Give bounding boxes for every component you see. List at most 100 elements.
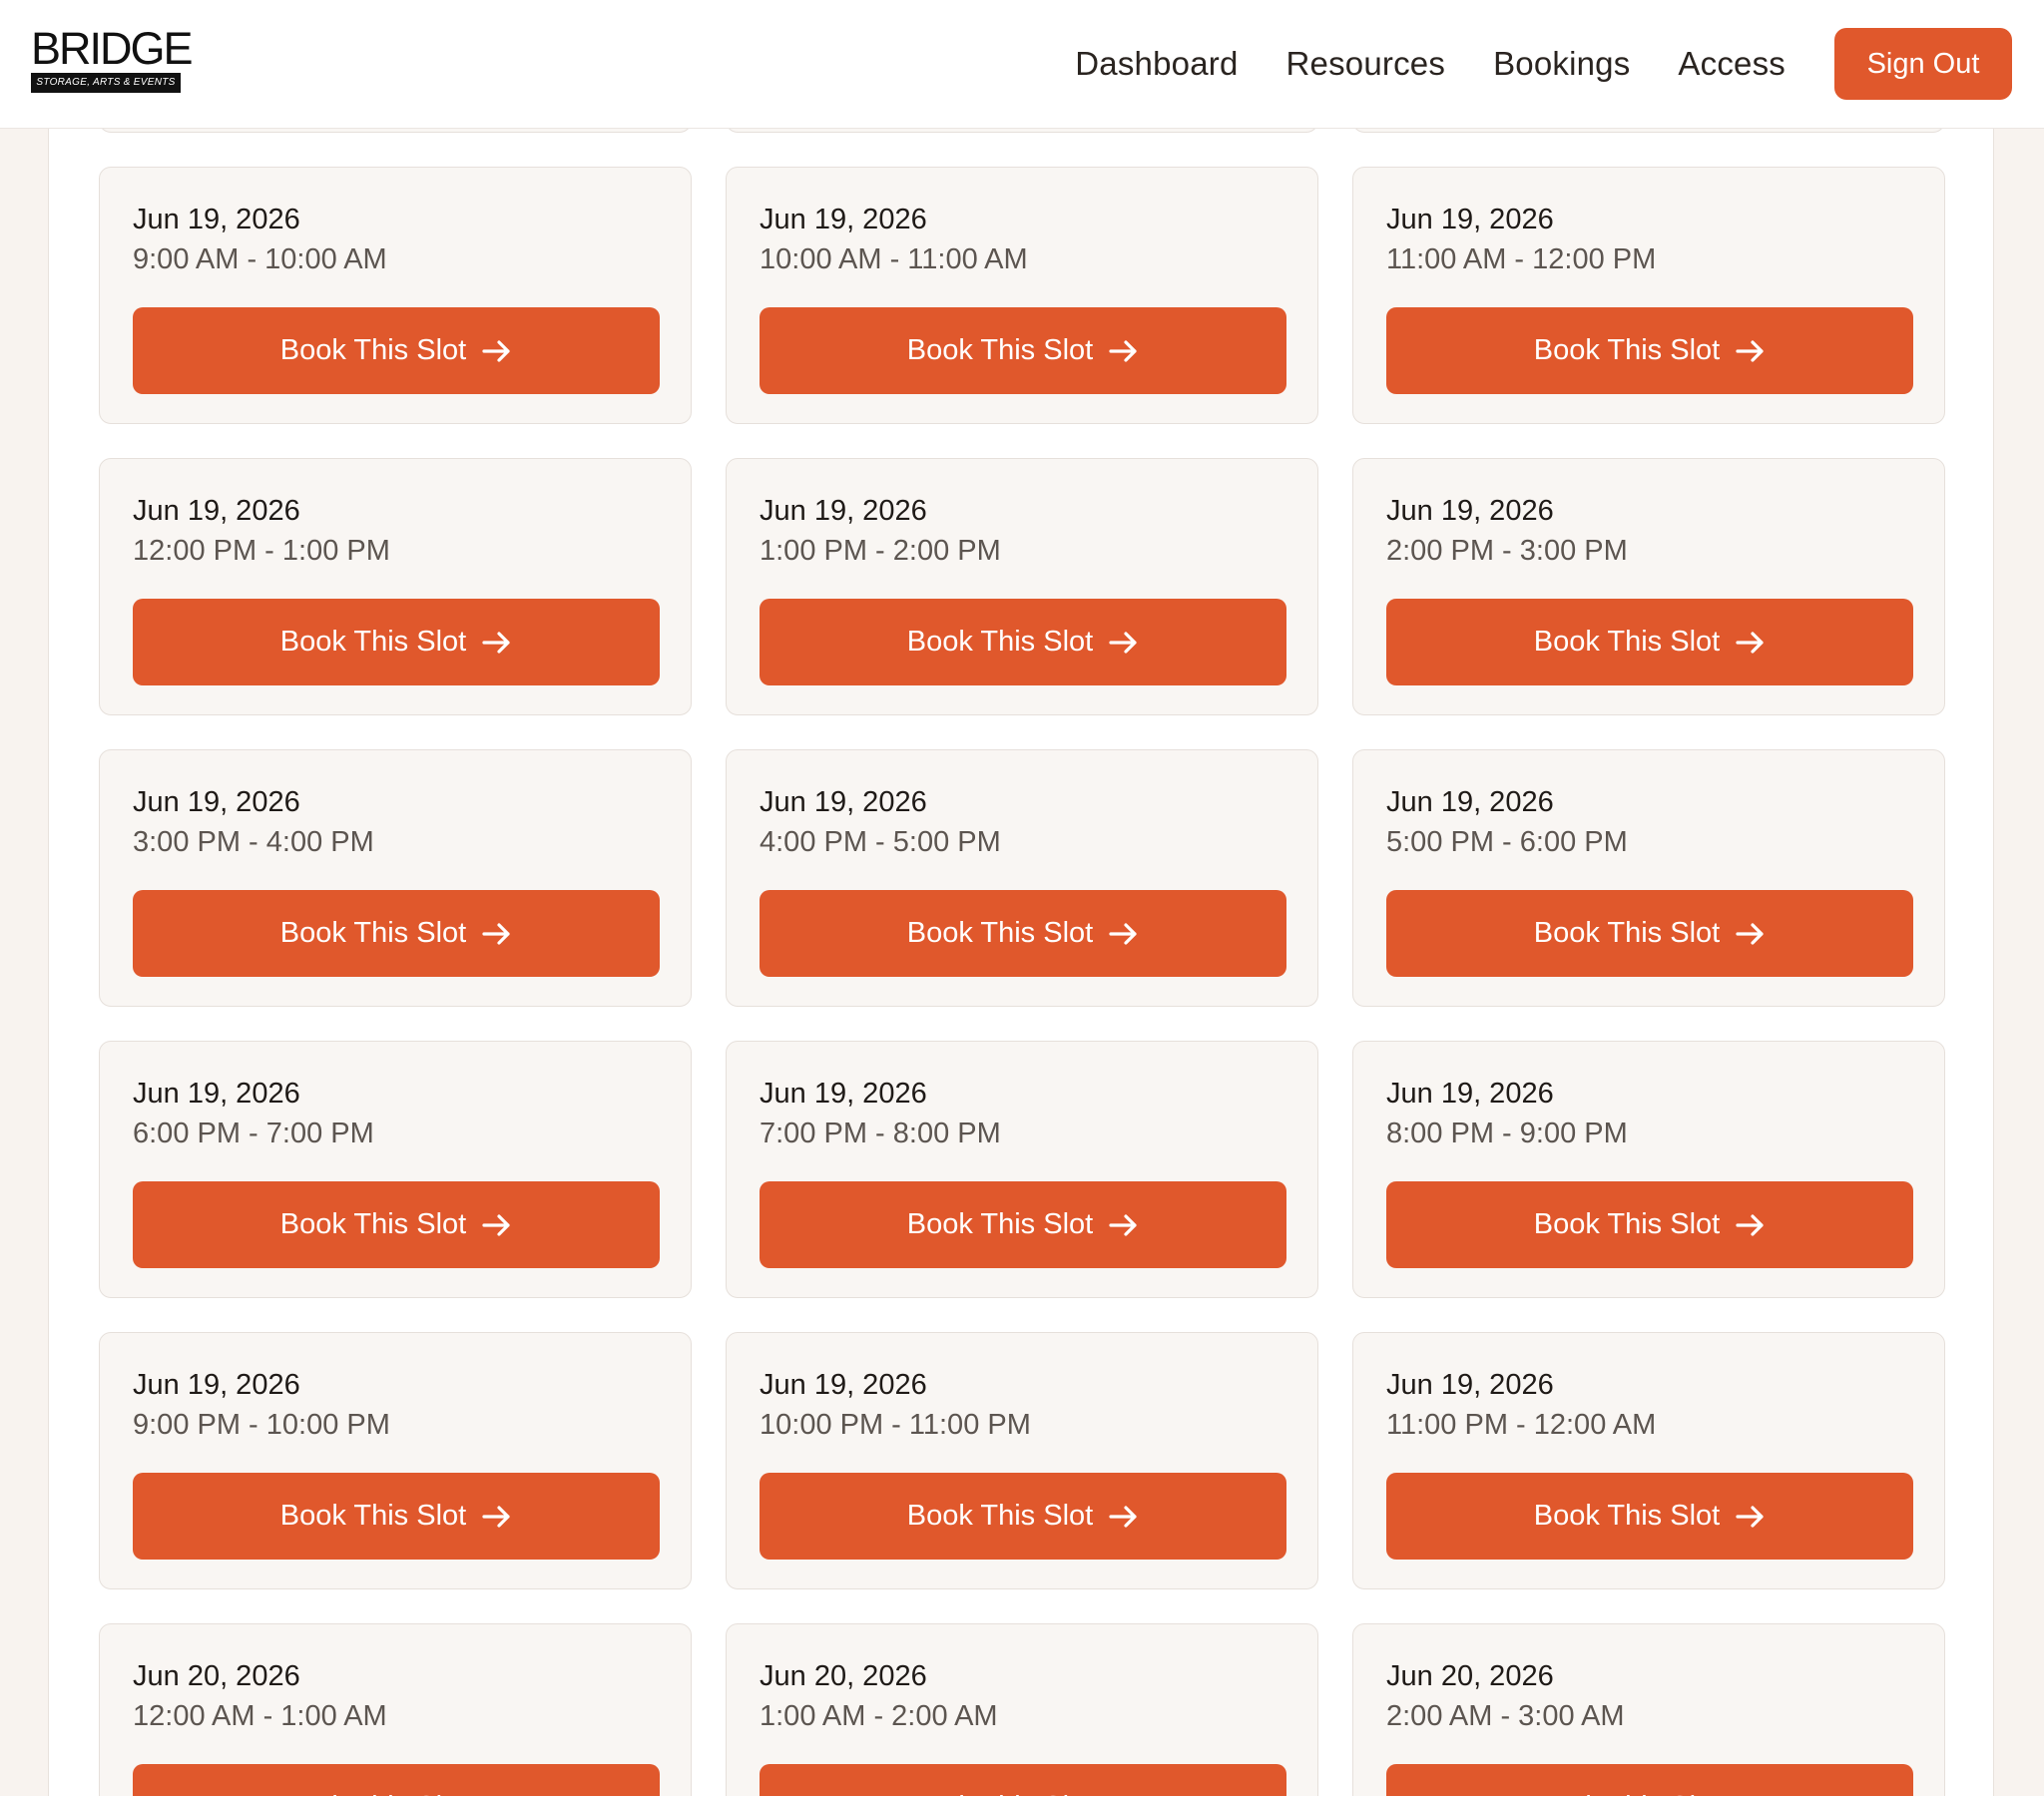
nav-bookings[interactable]: Bookings (1493, 45, 1630, 83)
slot-time: 7:00 PM - 8:00 PM (760, 1118, 1001, 1149)
slot-date: Jun 19, 2026 (1386, 1078, 1554, 1110)
slot-time: 9:00 PM - 10:00 PM (133, 1409, 390, 1441)
slot-date: Jun 20, 2026 (1386, 1660, 1554, 1692)
slot-card: Jun 19, 2026 11:00 AM - 12:00 PM Book This… (1352, 167, 1945, 424)
book-slot-label: Book This Slot (279, 334, 467, 366)
slot-date: Jun 20, 2026 (133, 1660, 300, 1692)
slot-time: 12:00 AM - 1:00 AM (133, 1700, 387, 1732)
book-slot-button[interactable]: Book This Slot (133, 599, 660, 685)
slot-time: 3:00 PM - 4:00 PM (133, 826, 374, 858)
slot-card: Jun 19, 2026 7:00 PM - 8:00 PM Book This S… (726, 1041, 1318, 1298)
arrow-right-icon (1109, 922, 1137, 945)
slot-card: Jun 20, 2026 12:00 AM - 1:00 AM Book This … (99, 1623, 692, 1796)
book-slot-label: Book This Slot (279, 1208, 467, 1240)
slot-time: 1:00 AM - 2:00 AM (760, 1700, 998, 1732)
arrow-right-icon (1736, 1213, 1764, 1236)
arrow-right-icon (1109, 1213, 1137, 1236)
arrow-right-icon (1736, 631, 1764, 654)
book-slot-label: Book This Slot (907, 1791, 1093, 1796)
slot-date: Jun 19, 2026 (133, 1078, 300, 1110)
slot-time: 4:00 PM - 5:00 PM (760, 826, 1001, 858)
slot-card: Jun 19, 2026 11:00 PM - 12:00 AM Book This… (1352, 1332, 1945, 1589)
book-slot-label: Book This Slot (280, 1791, 466, 1796)
slot-card: Jun 19, 2026 1:00 PM - 2:00 PM Book This S… (726, 458, 1318, 715)
book-slot-button[interactable]: Book This Slot (760, 599, 1286, 685)
book-slot-button[interactable]: Book This Slot (760, 1181, 1286, 1268)
slot-card: Jun 19, 2026 3:00 PM - 4:00 PM Book This S… (99, 749, 692, 1007)
book-slot-label: Book This Slot (1533, 626, 1721, 658)
slot-time: 2:00 PM - 3:00 PM (1386, 535, 1628, 567)
book-slot-button[interactable]: Book This Slot (1386, 890, 1913, 977)
arrow-right-icon (482, 1213, 510, 1236)
slot-date: Jun 19, 2026 (1386, 786, 1554, 818)
arrow-right-icon (1109, 631, 1137, 654)
slot-date: Jun 19, 2026 (760, 1078, 927, 1110)
nav-access[interactable]: Access (1678, 45, 1786, 83)
nav-dashboard[interactable]: Dashboard (1075, 45, 1238, 83)
slot-date: Jun 19, 2026 (1386, 1369, 1554, 1401)
slot-card: Jun 19, 2026 4:00 PM - 5:00 PM Book This S… (726, 749, 1318, 1007)
top-header: BRIDGE STORAGE, ARTS & EVENTS Dashboard … (0, 0, 2044, 129)
slot-time: 5:00 PM - 6:00 PM (1386, 826, 1628, 858)
book-slot-button[interactable]: Book This Slot (133, 1181, 660, 1268)
slot-card: Jun 20, 2026 1:00 AM - 2:00 AM Book This S… (726, 1623, 1318, 1796)
book-slot-button[interactable]: Book This Slot (133, 1473, 660, 1560)
book-slot-label: Book This Slot (1533, 1500, 1721, 1532)
book-slot-label: Book This Slot (906, 1500, 1094, 1532)
slot-date: Jun 19, 2026 (133, 1369, 300, 1401)
nav-resources[interactable]: Resources (1286, 45, 1446, 83)
slot-date: Jun 19, 2026 (760, 786, 927, 818)
slot-date: Jun 19, 2026 (1386, 495, 1554, 527)
slot-date: Jun 19, 2026 (133, 786, 300, 818)
book-slot-button[interactable]: Book This Slot (760, 1764, 1286, 1796)
book-slot-button[interactable]: Book This Slot (133, 890, 660, 977)
arrow-right-icon (482, 1505, 510, 1528)
slot-card: Jun 19, 2026 12:00 PM - 1:00 PM Book This … (99, 458, 692, 715)
book-slot-label: Book This Slot (279, 626, 467, 658)
arrow-right-icon (1736, 922, 1764, 945)
slot-card: Jun 19, 2026 8:00 PM - 9:00 PM Book This S… (1352, 1041, 1945, 1298)
content-panel: Book This Slot Book This Slot Book This Sl… (48, 0, 1994, 1796)
book-slot-button[interactable]: Book This Slot (133, 1764, 660, 1796)
book-slot-button[interactable]: Book This Slot (133, 307, 660, 394)
slot-date: Jun 19, 2026 (1386, 204, 1554, 235)
arrow-right-icon (482, 631, 510, 654)
book-slot-label: Book This Slot (906, 1208, 1094, 1240)
slot-date: Jun 19, 2026 (760, 495, 927, 527)
slot-card: Jun 19, 2026 10:00 PM - 11:00 PM Book This… (726, 1332, 1318, 1589)
book-slot-label: Book This Slot (906, 917, 1094, 949)
slot-date: Jun 19, 2026 (133, 204, 300, 235)
slot-time: 11:00 PM - 12:00 AM (1386, 1409, 1657, 1441)
slot-date: Jun 19, 2026 (760, 204, 927, 235)
book-slot-label: Book This Slot (1533, 334, 1721, 366)
slot-time: 12:00 PM - 1:00 PM (133, 535, 390, 567)
slot-time: 10:00 PM - 11:00 PM (760, 1409, 1031, 1441)
arrow-right-icon (1736, 1505, 1764, 1528)
arrow-right-icon (482, 922, 510, 945)
book-slot-button[interactable]: Book This Slot (1386, 1764, 1913, 1796)
book-slot-button[interactable]: Book This Slot (760, 307, 1286, 394)
book-slot-button[interactable]: Book This Slot (1386, 599, 1913, 685)
book-slot-button[interactable]: Book This Slot (1386, 1473, 1913, 1560)
slot-time: 10:00 AM - 11:00 AM (760, 243, 1028, 275)
book-slot-label: Book This Slot (1534, 1791, 1720, 1796)
arrow-right-icon (482, 339, 510, 362)
slot-date: Jun 19, 2026 (133, 495, 300, 527)
book-slot-label: Book This Slot (279, 1500, 467, 1532)
slot-card: Jun 19, 2026 9:00 AM - 10:00 AM Book This … (99, 167, 692, 424)
slot-time: 8:00 PM - 9:00 PM (1386, 1118, 1628, 1149)
slot-card: Jun 19, 2026 6:00 PM - 7:00 PM Book This S… (99, 1041, 692, 1298)
book-slot-button[interactable]: Book This Slot (760, 890, 1286, 977)
page: Book This Slot Book This Slot Book This Sl… (0, 0, 2044, 1796)
book-slot-button[interactable]: Book This Slot (1386, 307, 1913, 394)
slot-grid: Book This Slot Book This Slot Book This Sl… (99, 0, 1945, 1796)
book-slot-label: Book This Slot (1533, 1208, 1721, 1240)
slot-card: Jun 19, 2026 10:00 AM - 11:00 AM Book This… (726, 167, 1318, 424)
logo-wordmark: BRIDGE (31, 23, 194, 74)
bridge-logo[interactable]: BRIDGE STORAGE, ARTS & EVENTS (31, 23, 194, 93)
book-slot-label: Book This Slot (906, 334, 1094, 366)
book-slot-button[interactable]: Book This Slot (760, 1473, 1286, 1560)
sign-out-button[interactable]: Sign Out (1834, 28, 2012, 100)
book-slot-button[interactable]: Book This Slot (1386, 1181, 1913, 1268)
slot-card: Jun 19, 2026 5:00 PM - 6:00 PM Book This S… (1352, 749, 1945, 1007)
